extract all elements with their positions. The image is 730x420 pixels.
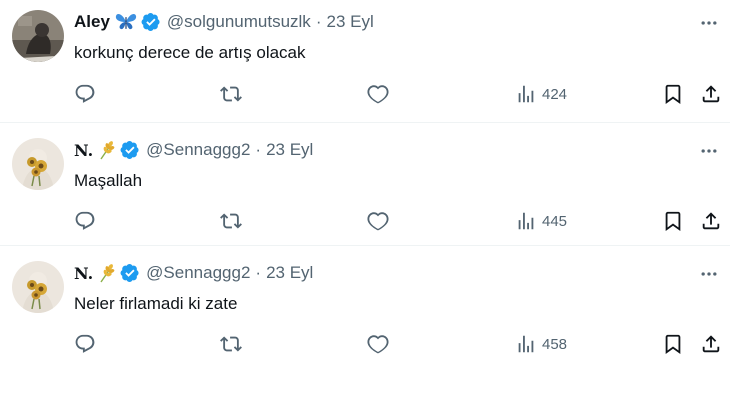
bookmark-button[interactable] <box>662 332 684 356</box>
bookmark-icon <box>665 211 681 232</box>
avatar[interactable] <box>12 261 64 313</box>
more-icon[interactable] <box>698 12 720 34</box>
retweet-button[interactable] <box>220 332 242 356</box>
reply-icon <box>75 211 95 230</box>
more-icon[interactable] <box>698 140 720 162</box>
more-icon[interactable] <box>698 263 720 285</box>
reply-button[interactable] <box>74 209 96 233</box>
like-button[interactable] <box>367 82 389 106</box>
views-count: 445 <box>542 212 568 230</box>
views-count: 458 <box>542 335 568 353</box>
tweet[interactable]: N. @Sennaggg2 · 23 Eyl Maşallah 445 <box>0 124 730 246</box>
tweet[interactable]: Aley @solgunumutsuzlk · 23 Eyl korkunç d… <box>0 0 730 123</box>
retweet-icon <box>220 336 242 352</box>
timestamp[interactable]: 23 Eyl <box>326 12 373 32</box>
share-icon <box>702 212 720 230</box>
timestamp[interactable]: 23 Eyl <box>266 140 313 160</box>
tweet-text: korkunç derece de artış olacak <box>74 43 306 62</box>
avatar[interactable] <box>12 10 64 62</box>
verified-badge-icon <box>141 12 161 32</box>
timestamp[interactable]: 23 Eyl <box>266 263 313 283</box>
bookmark-icon <box>665 334 681 355</box>
verified-badge-icon <box>120 140 140 160</box>
handle[interactable]: @solgunumutsuzlk <box>167 12 311 32</box>
display-name[interactable]: N. <box>74 141 93 160</box>
retweet-button[interactable] <box>220 209 242 233</box>
views-button[interactable]: 458 <box>515 332 567 356</box>
reply-button[interactable] <box>74 332 96 356</box>
like-button[interactable] <box>367 209 389 233</box>
reply-icon <box>75 84 95 103</box>
tweet-text: Maşallah <box>74 171 143 190</box>
tweet-header: N. @Sennaggg2 · 23 Eyl <box>74 262 313 284</box>
separator-dot: · <box>255 140 262 159</box>
display-name[interactable]: Aley <box>74 12 110 32</box>
views-count: 424 <box>542 85 568 103</box>
bookmark-icon <box>665 84 681 105</box>
retweet-icon <box>220 86 242 102</box>
share-button[interactable] <box>700 209 722 233</box>
separator-dot: · <box>315 12 322 31</box>
share-icon <box>702 335 720 353</box>
avatar[interactable] <box>12 138 64 190</box>
share-icon <box>702 85 720 103</box>
butterfly-icon <box>115 12 137 32</box>
like-icon <box>367 212 389 231</box>
wheat-icon <box>98 140 116 160</box>
handle[interactable]: @Sennaggg2 <box>146 140 250 160</box>
display-name[interactable]: N. <box>74 264 93 283</box>
action-bar: 458 <box>74 332 730 356</box>
views-button[interactable]: 445 <box>515 209 567 233</box>
share-button[interactable] <box>700 82 722 106</box>
handle[interactable]: @Sennaggg2 <box>146 263 250 283</box>
tweet-text: Neler firlamadi ki zate <box>74 294 238 313</box>
tweet-header: N. @Sennaggg2 · 23 Eyl <box>74 139 313 161</box>
reply-icon <box>75 334 95 353</box>
views-icon <box>518 335 534 353</box>
like-icon <box>367 85 389 104</box>
views-icon <box>518 212 534 230</box>
views-button[interactable]: 424 <box>515 82 567 106</box>
bookmark-button[interactable] <box>662 209 684 233</box>
retweet-icon <box>220 213 242 229</box>
like-button[interactable] <box>367 332 389 356</box>
tweet[interactable]: N. @Sennaggg2 · 23 Eyl Neler firlamadi k… <box>0 247 730 369</box>
reply-button[interactable] <box>74 82 96 106</box>
share-button[interactable] <box>700 332 722 356</box>
verified-badge-icon <box>120 263 140 283</box>
retweet-button[interactable] <box>220 82 242 106</box>
bookmark-button[interactable] <box>662 82 684 106</box>
wheat-icon <box>98 263 116 283</box>
separator-dot: · <box>255 263 262 282</box>
views-icon <box>518 85 534 103</box>
like-icon <box>367 335 389 354</box>
action-bar: 424 <box>74 82 730 106</box>
tweet-header: Aley @solgunumutsuzlk · 23 Eyl <box>74 11 374 33</box>
action-bar: 445 <box>74 209 730 233</box>
